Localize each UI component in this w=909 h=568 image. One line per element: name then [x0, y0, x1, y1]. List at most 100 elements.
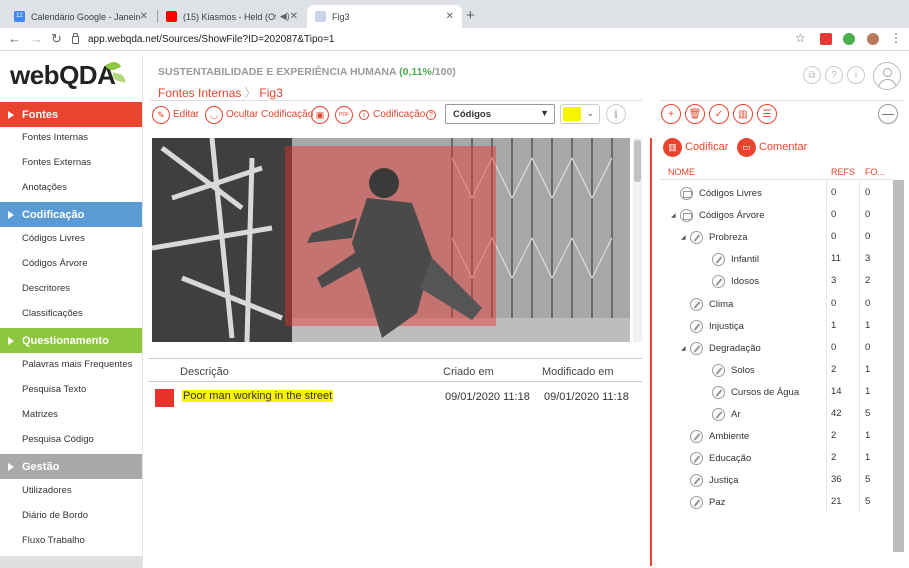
nav-anotacoes[interactable]: Anotações	[22, 182, 67, 193]
nav-codigos-arvore[interactable]: Códigos Árvore	[22, 258, 87, 269]
info-icon[interactable]: i	[847, 66, 865, 84]
back-arrow-icon[interactable]: ←	[8, 31, 21, 46]
tab-google-calendar[interactable]: 12 Calendário Google - Janeiro de 2 ✕	[6, 5, 156, 28]
check-edit-icon[interactable]: ✓	[709, 104, 729, 124]
tree-node-refs: 11	[831, 253, 841, 264]
tree-node[interactable]: Cursos de Água	[703, 383, 799, 401]
tree-node[interactable]: Educação	[681, 449, 751, 467]
youtube-icon	[166, 11, 177, 22]
info-icon[interactable]: ℹ	[606, 104, 626, 124]
help-small-icon[interactable]: i	[359, 110, 369, 120]
coding-button[interactable]: Codificação	[373, 109, 425, 120]
tree-node[interactable]: Infantil	[703, 250, 759, 268]
nav-diario-bordo[interactable]: Diário de Bordo	[22, 510, 88, 521]
image-icon[interactable]: ▣	[311, 106, 329, 124]
highlight-color-picker[interactable]: ⌄	[560, 104, 600, 124]
nav-fluxo-trabalho[interactable]: Fluxo Trabalho	[22, 535, 85, 546]
help-small-icon[interactable]: ?	[426, 110, 436, 120]
add-icon[interactable]: +	[661, 104, 681, 124]
nav-fontes-internas[interactable]: Fontes Internas	[22, 132, 88, 143]
nav-codigos-livres[interactable]: Códigos Livres	[22, 233, 85, 244]
col-header-criado[interactable]: Criado em	[443, 366, 494, 378]
close-icon[interactable]: ✕	[140, 11, 148, 22]
speaker-icon[interactable]: ◀)	[280, 11, 290, 22]
tree-node[interactable]: Códigos Livres	[671, 184, 762, 202]
extension-icon[interactable]	[843, 33, 855, 45]
new-tab-button[interactable]: +	[466, 7, 475, 24]
nav-pesquisa-codigo[interactable]: Pesquisa Código	[22, 434, 94, 445]
col-header-refs[interactable]: REFS	[831, 167, 855, 177]
tree-node-fo: 1	[865, 386, 871, 397]
comment-button[interactable]: Comentar	[759, 141, 807, 153]
webqda-logo: webQDA	[10, 60, 116, 90]
codify-icon[interactable]: ▥	[663, 138, 682, 157]
section-codificacao[interactable]: Codificação	[0, 202, 142, 227]
tree-node[interactable]: Idosos	[703, 272, 759, 290]
delete-icon[interactable]: 🗑	[685, 104, 705, 124]
breadcrumb-fontes-internas[interactable]: Fontes Internas	[158, 86, 241, 100]
expand-arrow-icon[interactable]: ◢	[681, 345, 690, 352]
copy-icon[interactable]: ⧉	[803, 66, 821, 84]
edit-icon[interactable]: ✎	[152, 106, 170, 124]
tree-node[interactable]: Paz	[681, 493, 725, 511]
star-icon[interactable]: ☆	[795, 31, 806, 45]
close-icon[interactable]: ✕	[290, 11, 298, 22]
nav-pesquisa-texto[interactable]: Pesquisa Texto	[22, 384, 86, 395]
tree-node[interactable]: Ambiente	[681, 427, 749, 445]
folder-icon	[680, 186, 693, 200]
reload-icon[interactable]: ↻	[51, 31, 62, 47]
tab-youtube[interactable]: (15) Kiasmos - Held (Official ◀) ✕	[158, 5, 306, 28]
panel-divider[interactable]	[650, 138, 652, 566]
table-row-description[interactable]: Poor man working in the street	[182, 390, 334, 402]
nav-utilizadores[interactable]: Utilizadores	[22, 485, 72, 496]
tree-node[interactable]: Ar	[703, 405, 741, 423]
caret-icon	[8, 336, 14, 345]
tree-scrollbar[interactable]	[893, 180, 904, 552]
section-fontes[interactable]: Fontes	[0, 102, 142, 127]
pdf-icon[interactable]: PDF	[335, 106, 353, 124]
col-header-modificado[interactable]: Modificado em	[542, 366, 614, 378]
url-field[interactable]: app.webqda.net/Sources/ShowFile?ID=20208…	[72, 32, 812, 47]
collapse-panel-button[interactable]	[878, 104, 898, 124]
section-gestao[interactable]: Gestão	[0, 454, 142, 479]
extension-icon[interactable]	[820, 33, 832, 45]
tree-node[interactable]: Injustiça	[681, 317, 744, 335]
col-header-fo[interactable]: FO...	[865, 167, 885, 177]
image-scrollbar[interactable]	[633, 138, 642, 342]
hide-coding-icon[interactable]: ◡	[205, 106, 223, 124]
comment-icon[interactable]: ▭	[737, 138, 756, 157]
codify-button[interactable]: Codificar	[685, 141, 728, 153]
tree-node-refs: 3	[831, 275, 837, 286]
tree-node-label: Paz	[709, 496, 726, 508]
nav-fontes-externas[interactable]: Fontes Externas	[22, 157, 91, 168]
nav-matrizes[interactable]: Matrizes	[22, 409, 58, 420]
expand-arrow-icon[interactable]: ◢	[681, 234, 690, 241]
tab-fig3[interactable]: Fig3 ✕	[307, 5, 462, 28]
help-icon[interactable]: ?	[825, 66, 843, 84]
nav-classificacoes[interactable]: Classificações	[22, 308, 83, 319]
comment-list-icon[interactable]: ☰	[757, 104, 777, 124]
profile-avatar[interactable]	[867, 33, 879, 45]
col-header-nome[interactable]: NOME	[668, 167, 695, 177]
nav-descritores[interactable]: Descritores	[22, 283, 70, 294]
tree-node[interactable]: Clima	[681, 295, 733, 313]
close-icon[interactable]: ✕	[446, 11, 454, 22]
user-avatar-icon[interactable]	[873, 62, 901, 90]
codes-select[interactable]: Códigos ▼	[445, 104, 555, 124]
edit-button[interactable]: Editar	[173, 109, 199, 120]
hide-coding-button[interactable]: Ocultar Codificação	[226, 109, 313, 120]
pen-icon	[712, 385, 725, 399]
nav-palavras-frequentes[interactable]: Palavras mais Frequentes	[22, 359, 132, 370]
col-header-descricao[interactable]: Descrição	[180, 366, 229, 378]
codify-bars-icon[interactable]: ▥	[733, 104, 753, 124]
section-questionamento[interactable]: Questionamento	[0, 328, 142, 353]
menu-dots-icon[interactable]: ⋮	[890, 31, 902, 45]
forward-arrow-icon[interactable]: →	[30, 31, 43, 46]
expand-arrow-icon[interactable]: ◢	[671, 212, 680, 219]
tree-node[interactable]: ◢ Degradação	[681, 339, 761, 357]
tree-node[interactable]: ◢ Probreza	[681, 228, 748, 246]
tree-node[interactable]: Solos	[703, 361, 755, 379]
tree-node-label: Ambiente	[709, 430, 750, 442]
tree-node[interactable]: Justiça	[681, 471, 739, 489]
tree-node[interactable]: ◢ Códigos Árvore	[671, 206, 764, 224]
